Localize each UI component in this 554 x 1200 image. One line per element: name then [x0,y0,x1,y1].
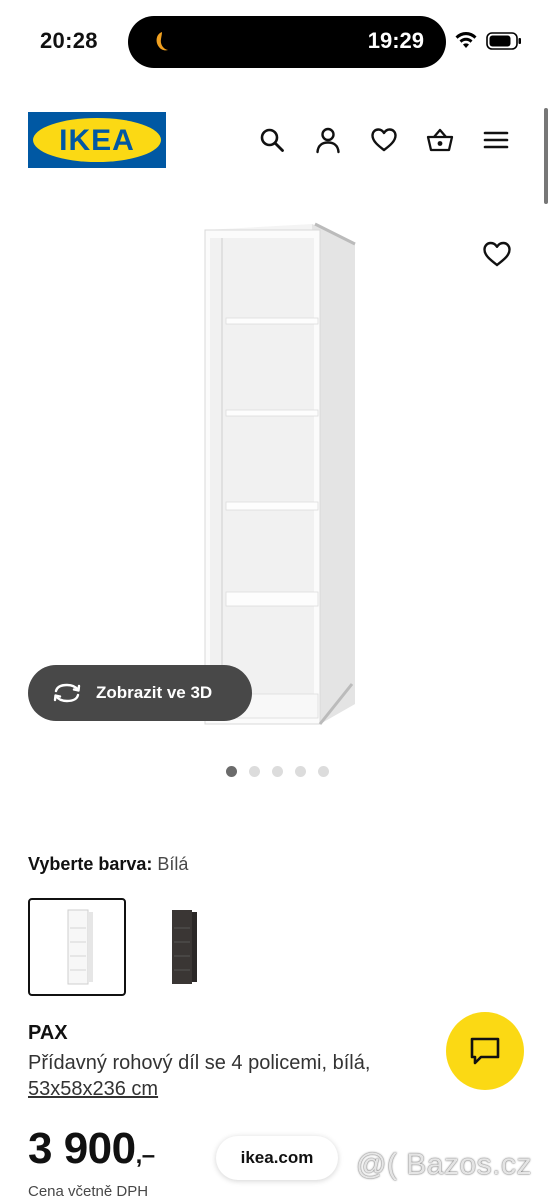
color-value: Bílá [157,854,189,874]
ikea-logo[interactable]: IKEA [28,112,166,168]
site-header: IKEA [0,108,554,172]
color-select-label: Vyberte barva: Bílá [28,854,188,875]
moon-icon [156,32,168,51]
view-3d-label: Zobrazit ve 3D [96,683,213,702]
pagination-dot[interactable] [272,766,283,777]
status-bar: 20:28 19:29 [0,0,554,84]
gallery-pagination [226,766,329,777]
swatch-white-image [67,909,93,985]
menu-icon[interactable] [482,126,510,154]
battery-icon [486,32,521,50]
product-description: Přídavný rohový díl se 4 policemi, bílá, [28,1052,371,1074]
color-label-text: Vyberte barva: [28,854,153,874]
swatch-white[interactable] [28,898,126,996]
product-image[interactable] [180,204,380,734]
watermark: @( Bazos.cz [356,1148,532,1181]
wifi-icon [455,32,477,48]
pagination-dot[interactable] [249,766,260,777]
pagination-dot[interactable] [295,766,306,777]
status-time: 20:28 [40,28,98,53]
browser-url-bar[interactable]: ikea.com [216,1136,338,1180]
price-value: 3 900 [28,1124,136,1173]
chat-button[interactable] [446,1012,524,1090]
product-name: PAX [28,1022,68,1044]
swatch-black-brown-image [172,910,197,984]
favourite-icon[interactable] [482,240,512,268]
dynamic-island: 19:29 [128,16,446,68]
pagination-dot[interactable] [226,766,237,777]
user-icon[interactable] [314,126,342,154]
logo-text: IKEA [59,124,135,157]
rotate-3d-icon [53,683,81,703]
island-time: 19:29 [367,28,424,53]
view-3d-button[interactable]: Zobrazit ve 3D [28,665,252,721]
product-gallery: Zobrazit ve 3D [0,190,554,800]
pagination-dot[interactable] [318,766,329,777]
search-icon[interactable] [258,126,286,154]
price-note: Cena včetně DPH [28,1183,149,1200]
heart-icon[interactable] [370,126,398,154]
swatch-black-brown[interactable] [130,898,228,996]
product-price: 3 900,– [28,1124,155,1174]
price-suffix: ,– [135,1142,156,1169]
basket-icon[interactable] [426,126,454,154]
chat-icon [470,1037,500,1065]
product-dimensions-link[interactable]: 53x58x236 cm [28,1078,158,1101]
